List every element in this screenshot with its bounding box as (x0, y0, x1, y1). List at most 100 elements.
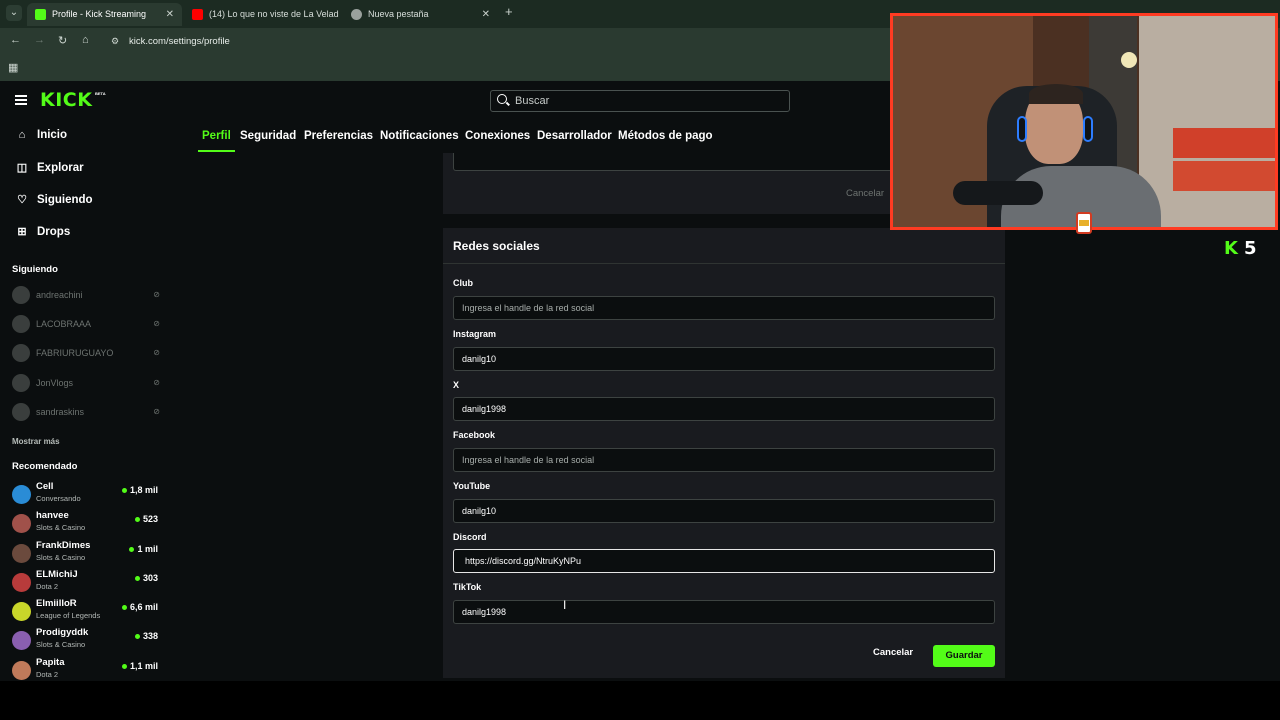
screen: ⌄ Profile - Kick Streaming ✕ (14) Lo que… (0, 0, 1280, 720)
tab-seguridad[interactable]: Seguridad (240, 130, 296, 142)
instagram-field[interactable] (453, 347, 995, 371)
avatar (12, 403, 30, 421)
search-placeholder: Buscar (515, 95, 550, 107)
live-dot-icon (134, 517, 140, 523)
stream-overlay-logo: K5 (1224, 238, 1257, 259)
offline-icon: ⊘ (153, 407, 160, 416)
recommended-channel[interactable]: FrankDimes Slots & Casino 1 mil (12, 540, 162, 568)
cancel-button[interactable]: Cancelar (873, 647, 913, 658)
back-icon[interactable]: ← (10, 34, 21, 46)
tiktok-field[interactable] (453, 600, 995, 624)
reload-icon[interactable]: ↻ (58, 34, 67, 47)
offline-icon: ⊘ (153, 290, 160, 299)
tiktok-label: TikTok (453, 582, 482, 592)
facebook-field[interactable] (453, 448, 995, 472)
webcam-drawer (1173, 128, 1275, 158)
globe-icon (351, 9, 362, 21)
live-dot-icon (134, 634, 140, 640)
sidebar: ⌂ Inicio ◫ Explorar ♡ Siguiendo ⊞ Drops Sigu… (0, 121, 164, 681)
avatar (12, 631, 31, 650)
viewer-count: 1,8 mil (121, 485, 158, 495)
browser-tab-new[interactable]: Nueva pestaña ✕ (343, 3, 498, 26)
home-icon: ⌂ (18, 129, 26, 141)
sidebar-item-explorar[interactable]: ◫ Explorar (15, 161, 84, 181)
x-label: X (453, 380, 460, 390)
following-channel[interactable]: andreachini ⊘ (12, 286, 162, 306)
avatar (12, 344, 30, 362)
recommended-heading: Recomendado (12, 461, 78, 472)
viewer-count: 1 mil (129, 544, 158, 554)
browser-tab-youtube[interactable]: (14) Lo que no viste de La Velad (184, 3, 341, 26)
following-channel[interactable]: sandraskins ⊘ (12, 403, 162, 423)
recommended-channel[interactable]: ELMichiJ Dota 2 303 (12, 569, 162, 597)
youtube-field[interactable] (453, 499, 995, 523)
browser-tab-kick[interactable]: Profile - Kick Streaming ✕ (27, 3, 182, 26)
live-dot-icon (121, 488, 127, 494)
x-field[interactable] (453, 397, 995, 421)
headset-icon (1083, 116, 1093, 142)
avatar (12, 661, 31, 680)
offline-icon: ⊘ (153, 319, 160, 328)
headset-icon (1017, 116, 1027, 142)
compass-icon: ◫ (16, 162, 28, 174)
forward-icon[interactable]: → (34, 34, 45, 46)
social-networks-panel: Redes sociales Club Instagram X Facebook… (443, 228, 1005, 678)
recommended-channel[interactable]: Cell Conversando 1,8 mil (12, 481, 162, 509)
recommended-channel[interactable]: ElmiilloR League of Legends 6,6 mil (12, 598, 162, 626)
crest-badge-icon (1076, 212, 1092, 234)
webcam-overlay (890, 13, 1278, 230)
viewer-count: 523 (134, 514, 158, 524)
new-tab-button[interactable]: + (505, 4, 513, 19)
following-channel[interactable]: JonVlogs ⊘ (12, 374, 162, 394)
avatar (12, 514, 31, 533)
search-input[interactable]: Buscar (490, 90, 790, 112)
tab-preferencias[interactable]: Preferencias (304, 130, 373, 142)
club-field[interactable] (453, 296, 995, 320)
address-bar[interactable]: kick.com/settings/profile (129, 36, 230, 47)
show-more-link[interactable]: Mostrar más (12, 437, 60, 446)
panel-title: Redes sociales (453, 239, 540, 253)
recommended-channel[interactable]: Prodigyddk Slots & Casino 338 (12, 627, 162, 655)
tab-metodos-de-pago[interactable]: Métodos de pago (618, 130, 713, 142)
gift-icon: ⊞ (17, 226, 27, 238)
tab-conexiones[interactable]: Conexiones (465, 130, 530, 142)
beta-badge: BETA (95, 91, 106, 96)
tab-search-button[interactable]: ⌄ (6, 5, 22, 21)
following-channel[interactable]: LACOBRAAA ⊘ (12, 315, 162, 335)
webcam-drawer (1173, 161, 1275, 191)
avatar (12, 544, 31, 563)
club-label: Club (453, 278, 473, 288)
avatar (12, 485, 31, 504)
viewer-count: 1,1 mil (121, 661, 158, 671)
tab-notificaciones[interactable]: Notificaciones (380, 130, 459, 142)
webcam-wardrobe (1139, 16, 1275, 227)
tab-desarrollador[interactable]: Desarrollador (537, 130, 612, 142)
menu-icon[interactable] (15, 95, 27, 105)
close-icon[interactable]: ✕ (482, 3, 490, 26)
live-dot-icon (129, 547, 135, 553)
discord-field[interactable] (453, 549, 995, 573)
settings-tabs: Perfil Seguridad Preferencias Notificaci… (202, 121, 902, 153)
save-button[interactable]: Guardar (933, 645, 995, 667)
close-icon[interactable]: ✕ (166, 3, 174, 26)
facebook-label: Facebook (453, 430, 496, 440)
sidebar-item-drops[interactable]: ⊞ Drops (15, 225, 70, 245)
recommended-channel[interactable]: hanvee Slots & Casino 523 (12, 510, 162, 538)
offline-icon: ⊘ (153, 348, 160, 357)
tab-perfil[interactable]: Perfil (202, 130, 231, 142)
sidebar-item-siguiendo[interactable]: ♡ Siguiendo (15, 193, 93, 213)
kick-logo[interactable]: KICK (40, 89, 92, 111)
apps-grid-icon[interactable]: ▦ (8, 61, 18, 74)
heart-icon: ♡ (17, 194, 27, 206)
site-info-icon[interactable]: ⚙ (111, 36, 119, 47)
sidebar-item-inicio[interactable]: ⌂ Inicio (15, 129, 67, 149)
viewer-count: 6,6 mil (121, 602, 158, 612)
following-channel[interactable]: FABRIURUGUAYO ⊘ (12, 344, 162, 364)
home-page-icon[interactable]: ⌂ (82, 34, 89, 46)
avatar (12, 573, 31, 592)
live-dot-icon (121, 605, 127, 611)
previous-cancel-button[interactable]: Cancelar (846, 188, 884, 199)
text-cursor-icon: I (563, 598, 567, 612)
avatar (12, 602, 31, 621)
divider (443, 263, 1005, 264)
